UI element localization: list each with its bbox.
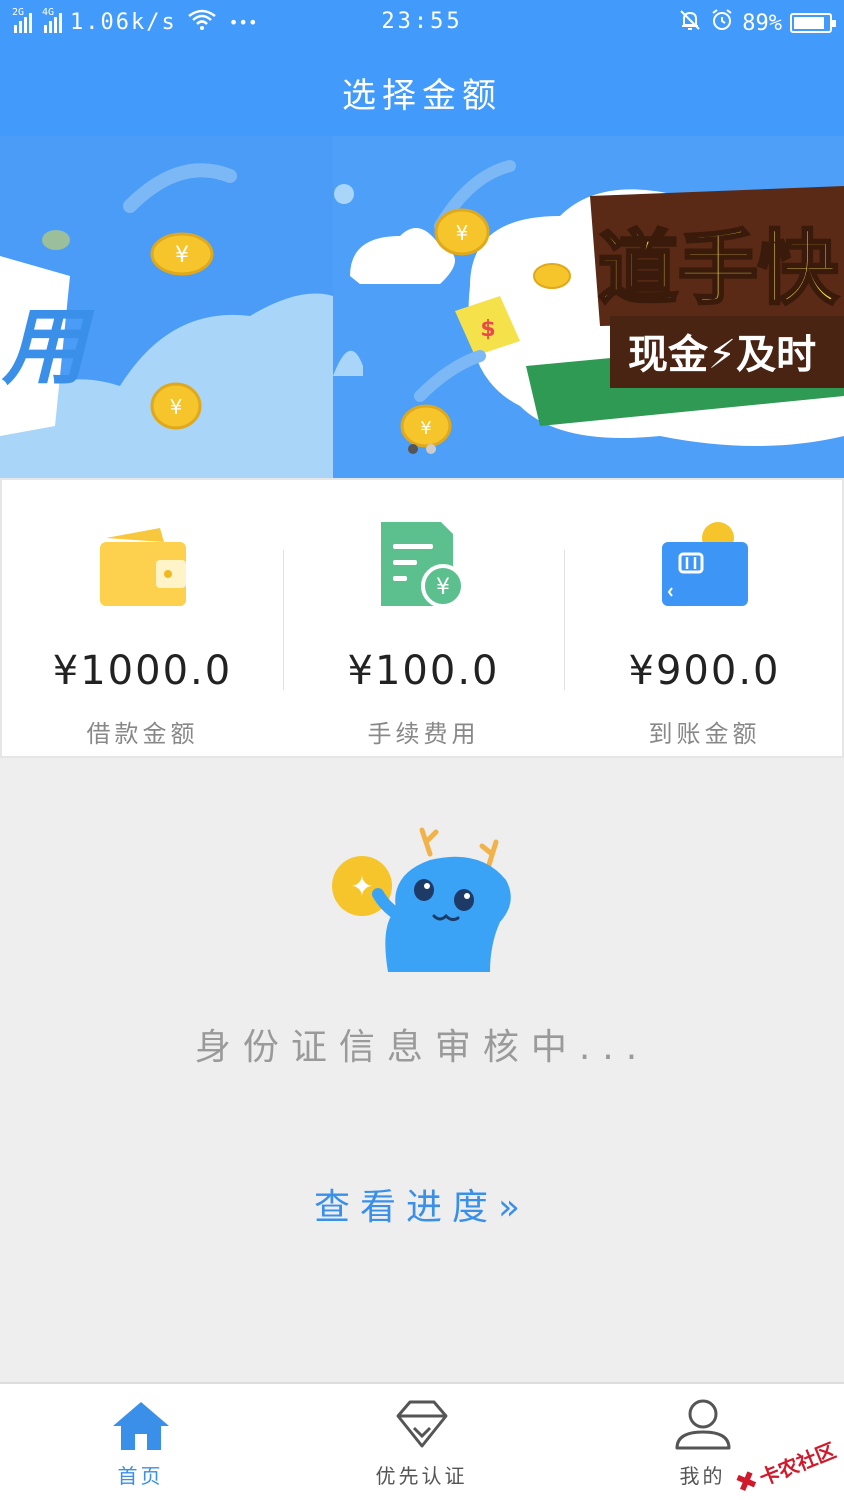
review-status-section: ✦ 身份证信息审核中... 查看进度» [0, 758, 844, 1380]
header: 选择金额 [0, 46, 844, 136]
mute-bell-icon [678, 8, 702, 38]
slide-right-title: 道手快 [598, 222, 839, 315]
coin-symbol: ¥ [170, 395, 183, 419]
coin-symbol: ¥ [436, 575, 450, 600]
page-title: 选择金额 [342, 76, 502, 116]
status-bar: 2G 4G 1.06k/s ••• 23:55 89% [0, 0, 844, 46]
amount-label: 借款金额 [86, 720, 199, 748]
coin-symbol: ¥ [420, 418, 431, 439]
tab-mine[interactable]: 我的 [562, 1384, 843, 1500]
amount-value: ¥900.0 [628, 648, 781, 694]
mascot-illustration: ✦ [330, 824, 520, 978]
amount-value: ¥100.0 [347, 648, 500, 694]
fee-document-icon: ¥ [379, 520, 469, 614]
coin-icon [533, 263, 571, 289]
battery-percent: 89% [742, 10, 782, 36]
carousel-dot[interactable] [408, 444, 418, 454]
battery-icon [790, 13, 836, 33]
amount-summary: ¥1000.0 借款金额 ¥ ¥100.0 手续费用 ¥900.0 到账金额 [0, 478, 844, 758]
home-icon [111, 1398, 171, 1456]
bank-card-icon [660, 520, 750, 614]
coin-symbol: ¥ [456, 221, 469, 245]
amount-label: 手续费用 [367, 720, 480, 748]
banner-illustration: ¥ ¥ 用 ¥ $ ¥ 道手快 现金⚡及时 [0, 136, 844, 478]
loan-amount-card: ¥1000.0 借款金额 [2, 480, 283, 756]
diamond-icon [394, 1398, 450, 1456]
tab-label: 优先认证 [375, 1464, 468, 1488]
fee-amount-card: ¥ ¥100.0 手续费用 [283, 480, 564, 756]
received-amount-card: ¥900.0 到账金额 [564, 480, 844, 756]
user-icon [673, 1398, 733, 1456]
dollar-symbol: $ [480, 317, 495, 342]
review-status-text: 身份证信息审核中... [194, 1027, 650, 1068]
promo-banner[interactable]: ¥ ¥ 用 ¥ $ ¥ 道手快 现金⚡及时 [0, 136, 844, 478]
tab-home[interactable]: 首页 [0, 1384, 281, 1500]
amount-label: 到账金额 [648, 720, 761, 748]
tab-label: 首页 [117, 1464, 164, 1488]
coin-symbol: ✦ [350, 870, 373, 903]
status-right: 89% [678, 8, 836, 38]
bottom-tabbar: 首页 优先认证 我的 ✖ 卡农社区 [0, 1382, 844, 1500]
carousel-dot[interactable] [426, 444, 436, 454]
coin-symbol: ¥ [175, 243, 189, 268]
tab-priority-certification[interactable]: 优先认证 [281, 1384, 562, 1500]
coin-icon [42, 230, 70, 250]
amount-value: ¥1000.0 [52, 648, 233, 694]
slide-right-subtitle: 现金⚡及时 [628, 332, 816, 378]
slide-left-text: 用 [1, 298, 95, 396]
wallet-icon [98, 520, 188, 614]
view-progress-link[interactable]: 查看进度» [0, 1178, 844, 1230]
alarm-icon [710, 8, 734, 38]
